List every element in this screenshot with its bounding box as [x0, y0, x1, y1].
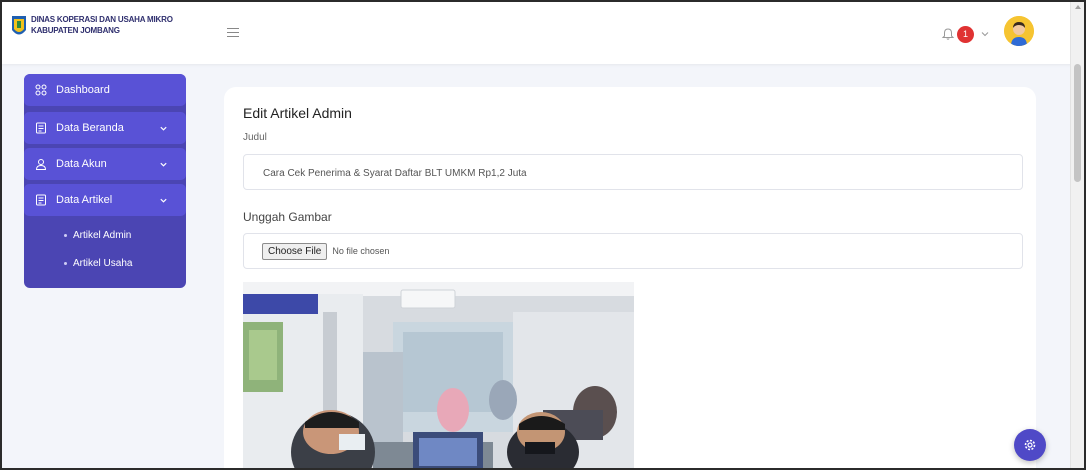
- sidebar-subitem-label: Artikel Usaha: [73, 258, 133, 269]
- sidebar-item-dashboard[interactable]: Dashboard: [24, 74, 186, 106]
- chevron-down-icon: [160, 126, 167, 131]
- sidebar-subitem-artikel-usaha[interactable]: Artikel Usaha: [64, 258, 132, 269]
- jombang-logo-icon: [12, 16, 26, 35]
- sidebar-item-data-akun[interactable]: Data Akun: [24, 148, 186, 180]
- sidebar-item-data-beranda[interactable]: Data Beranda: [24, 112, 186, 144]
- brand-line-2: KABUPATEN JOMBANG: [31, 26, 120, 35]
- avatar-person-icon: [1004, 16, 1034, 46]
- scrollbar-thumb[interactable]: [1074, 64, 1081, 182]
- office-photo-image: [243, 282, 634, 468]
- chevron-down-icon: [160, 162, 167, 167]
- top-right-controls: 1: [941, 16, 1034, 46]
- judul-input[interactable]: Cara Cek Penerima & Syarat Daftar BLT UM…: [243, 154, 1023, 190]
- page-scrollbar[interactable]: [1070, 2, 1084, 468]
- chevron-down-icon: [160, 198, 167, 203]
- user-avatar[interactable]: [1004, 16, 1034, 46]
- sidebar-item-label: Data Beranda: [56, 122, 124, 134]
- app-window: DINAS KOPERASI DAN USAHA MIKRO KABUPATEN…: [0, 0, 1086, 470]
- sidebar: Dashboard Data Beranda Data Akun Data Ar…: [24, 74, 186, 288]
- file-status: No file chosen: [332, 246, 390, 256]
- top-bar: DINAS KOPERASI DAN USAHA MIKRO KABUPATEN…: [2, 2, 1084, 64]
- upload-label: Unggah Gambar: [243, 210, 332, 224]
- document-icon: [36, 194, 46, 206]
- notification-badge[interactable]: 1: [957, 25, 974, 43]
- chevron-down-icon[interactable]: [980, 29, 990, 39]
- sidebar-subitem-label: Artikel Admin: [73, 230, 132, 241]
- settings-fab[interactable]: [1014, 429, 1046, 461]
- bullet-icon: [64, 234, 67, 237]
- choose-file-button[interactable]: Choose File: [262, 242, 328, 260]
- user-icon: [35, 159, 47, 170]
- hamburger-icon[interactable]: [227, 28, 239, 38]
- grid-icon: [35, 84, 47, 96]
- document-icon: [36, 122, 46, 134]
- file-input[interactable]: Choose File No file chosen: [243, 233, 1023, 269]
- scroll-up-arrow-icon[interactable]: [1075, 5, 1081, 9]
- article-image-preview: [243, 282, 634, 468]
- sidebar-item-label: Dashboard: [56, 84, 110, 96]
- sidebar-item-label: Data Artikel: [56, 194, 113, 206]
- sidebar-item-data-artikel[interactable]: Data Artikel: [24, 184, 186, 216]
- page-title: Edit Artikel Admin: [243, 105, 352, 121]
- bell-icon[interactable]: [941, 27, 955, 41]
- bullet-icon: [64, 262, 67, 265]
- sidebar-subitem-artikel-admin[interactable]: Artikel Admin: [64, 230, 131, 241]
- edit-article-card: Edit Artikel Admin Judul Cara Cek Peneri…: [224, 87, 1036, 468]
- sidebar-item-label: Data Akun: [56, 158, 107, 170]
- judul-label: Judul: [243, 132, 267, 143]
- brand-line-1: DINAS KOPERASI DAN USAHA MIKRO: [31, 15, 173, 24]
- brand[interactable]: DINAS KOPERASI DAN USAHA MIKRO KABUPATEN…: [10, 14, 173, 40]
- gear-icon: [1024, 439, 1036, 451]
